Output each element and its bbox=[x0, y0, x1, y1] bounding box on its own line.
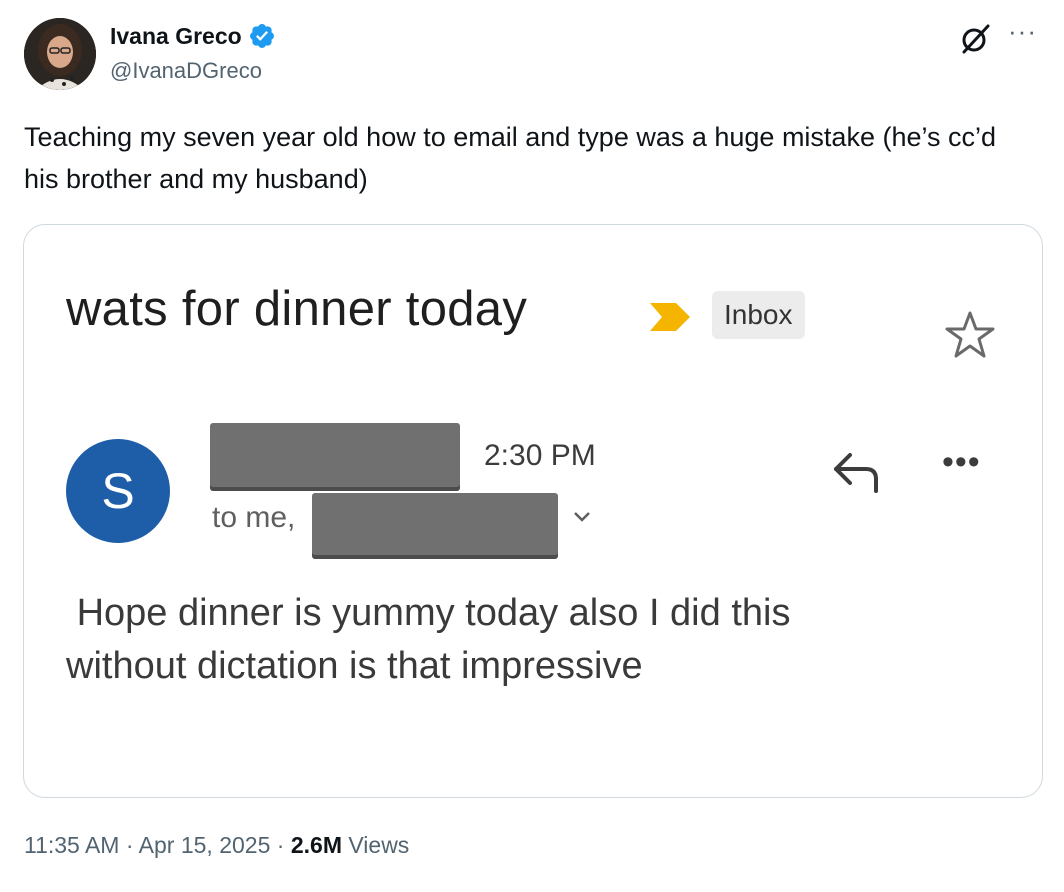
email-time: 2:30 PM bbox=[484, 439, 596, 472]
reply-icon bbox=[834, 453, 878, 493]
meta-separator: · bbox=[276, 832, 285, 858]
meta-separator: · bbox=[125, 832, 134, 858]
verified-badge-icon bbox=[249, 24, 274, 48]
views-count[interactable]: 2.6M bbox=[291, 832, 342, 858]
importance-icon bbox=[650, 303, 690, 331]
author-avatar[interactable] bbox=[24, 18, 96, 90]
grok-icon[interactable] bbox=[958, 22, 992, 56]
views-label[interactable]: Views bbox=[348, 832, 409, 858]
star-icon bbox=[945, 311, 995, 358]
email-more-icon: ••• bbox=[942, 443, 981, 481]
inbox-label-chip: Inbox bbox=[712, 291, 805, 339]
tweet-text: Teaching my seven year old how to email … bbox=[24, 122, 997, 194]
tweet-media-image[interactable]: wats for dinner today Inbox S 2:30 PM to… bbox=[23, 224, 1043, 798]
email-subject: wats for dinner today bbox=[66, 282, 528, 336]
tweet-date[interactable]: Apr 15, 2025 bbox=[139, 832, 271, 858]
more-icon[interactable]: ··· bbox=[1008, 16, 1037, 47]
chevron-down-icon bbox=[574, 512, 590, 522]
redacted-recipients bbox=[312, 493, 558, 555]
sender-avatar: S bbox=[66, 439, 170, 543]
author-handle[interactable]: @IvanaDGreco bbox=[110, 58, 262, 84]
tweet-time[interactable]: 11:35 AM bbox=[24, 832, 119, 858]
email-body: Hope dinner is yummy today also I did th… bbox=[66, 592, 791, 687]
avatar-photo bbox=[24, 18, 96, 90]
tweet-metadata: 11:35 AM · Apr 15, 2025 · 2.6M Views bbox=[24, 832, 409, 859]
redacted-sender-name bbox=[210, 423, 460, 487]
author-name-row[interactable]: Ivana Greco bbox=[110, 22, 276, 50]
author-name[interactable]: Ivana Greco bbox=[110, 23, 242, 50]
email-recipients-prefix: to me, bbox=[212, 501, 296, 534]
